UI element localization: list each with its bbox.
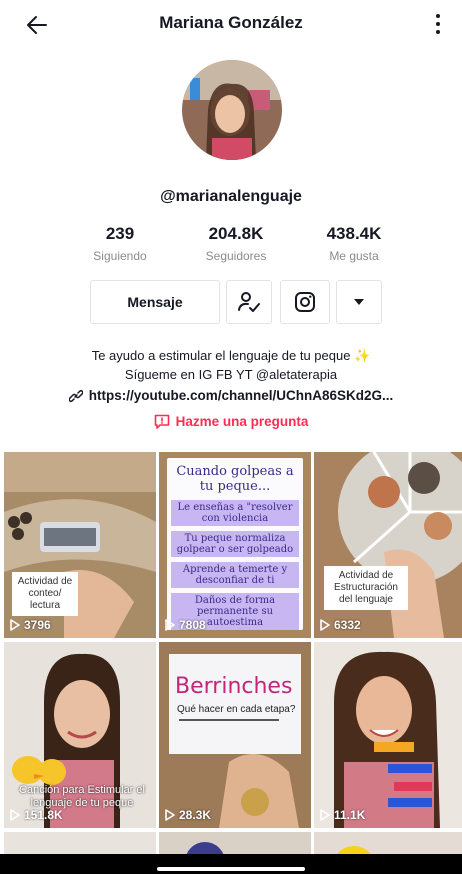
link-icon [68,389,83,402]
view-count: 151.8K [10,808,63,822]
whiteboard-line: Aprende a temerte y desconfiar de ti [171,562,299,588]
likes-count: 438.4K [326,224,382,243]
ask-question-button[interactable]: Hazme una pregunta [0,414,462,429]
whiteboard-title: Cuando golpeas a tu peque... [176,464,294,494]
video-grid: Actividad de conteo/ lectura 3796 Cuando… [4,452,462,874]
play-icon [10,809,20,821]
home-indicator[interactable] [157,867,305,871]
view-count: 7808 [165,618,206,632]
bio-line-1: Te ayudo a estimular el lenguaje de tu p… [91,348,371,363]
view-count: 6332 [320,618,361,632]
following-label: Siguiendo [93,249,147,263]
play-icon [10,619,20,631]
bio-line-2: Sígueme en IG FB YT @aletaterapia [124,367,338,382]
instagram-icon [295,292,315,312]
header: Mariana González [0,0,462,48]
video-tile[interactable]: Cuando golpeas a tu peque... Le enseñas … [159,452,311,638]
more-vertical-icon [436,14,440,18]
view-count-text: 151.8K [24,808,63,822]
system-bottom-bar [0,854,462,874]
view-count: 3796 [10,618,51,632]
view-count-text: 3796 [24,618,51,632]
username: @marianalenguaje [160,188,302,205]
play-icon [320,619,330,631]
bio: Te ayudo a estimular el lenguaje de tu p… [0,346,462,384]
more-options-button[interactable] [432,10,444,38]
play-icon [165,619,175,631]
view-count-text: 6332 [334,618,361,632]
video-caption: Actividad de Estructuración del lenguaje [324,566,408,610]
video-subtitle: Qué hacer en cada etapa? [177,704,296,715]
video-tile[interactable]: Actividad de Estructuración del lenguaje… [314,452,462,638]
likes-label: Me gusta [329,249,379,263]
followers-count: 204.8K [208,224,264,243]
link-text: https://youtube.com/channel/UChnA86SKd2G… [88,388,394,403]
view-count: 11.1K [320,808,365,822]
video-caption: Berrinches [175,674,293,699]
suggested-accounts-button[interactable] [336,280,382,324]
profile-actions: Mensaje [0,280,462,326]
stat-following[interactable]: 239 Siguiendo [60,224,180,263]
play-icon [165,809,175,821]
following-status-button[interactable] [226,280,272,324]
message-button[interactable]: Mensaje [90,280,220,324]
instagram-button[interactable] [280,280,330,324]
view-count: 28.3K [165,808,211,822]
avatar[interactable] [182,60,282,160]
view-count-text: 28.3K [179,808,212,822]
video-caption: Canción para Estimular el lenguaje de tu… [19,784,145,809]
following-count: 239 [105,224,135,243]
video-tile[interactable]: 11.1K [314,642,462,828]
question-box-icon [154,414,169,429]
user-check-icon [238,292,260,312]
video-tile[interactable]: Actividad de conteo/ lectura 3796 [4,452,156,638]
video-caption: Actividad de conteo/ lectura [12,572,78,616]
stat-likes[interactable]: 438.4K Me gusta [294,224,414,263]
followers-label: Seguidores [205,249,267,263]
view-count-text: 7808 [179,618,206,632]
play-icon [320,809,330,821]
profile-stats: 239 Siguiendo 204.8K Seguidores 438.4K M… [0,224,462,268]
whiteboard: Cuando golpeas a tu peque... Le enseñas … [167,458,303,630]
page-title: Mariana González [159,13,303,32]
whiteboard-line: Le enseñas a "resolver con violencia [171,500,299,526]
profile-link[interactable]: https://youtube.com/channel/UChnA86SKd2G… [0,388,462,403]
video-tile[interactable]: Canción para Estimular el lenguaje de tu… [4,642,156,828]
whiteboard-line: Tu peque normaliza golpear o ser golpead… [171,531,299,557]
caret-down-icon [354,299,364,305]
view-count-text: 11.1K [334,808,366,822]
ask-question-label: Hazme una pregunta [175,414,309,429]
stat-followers[interactable]: 204.8K Seguidores [176,224,296,263]
video-tile[interactable]: Berrinches Qué hacer en cada etapa? 28.3… [159,642,311,828]
